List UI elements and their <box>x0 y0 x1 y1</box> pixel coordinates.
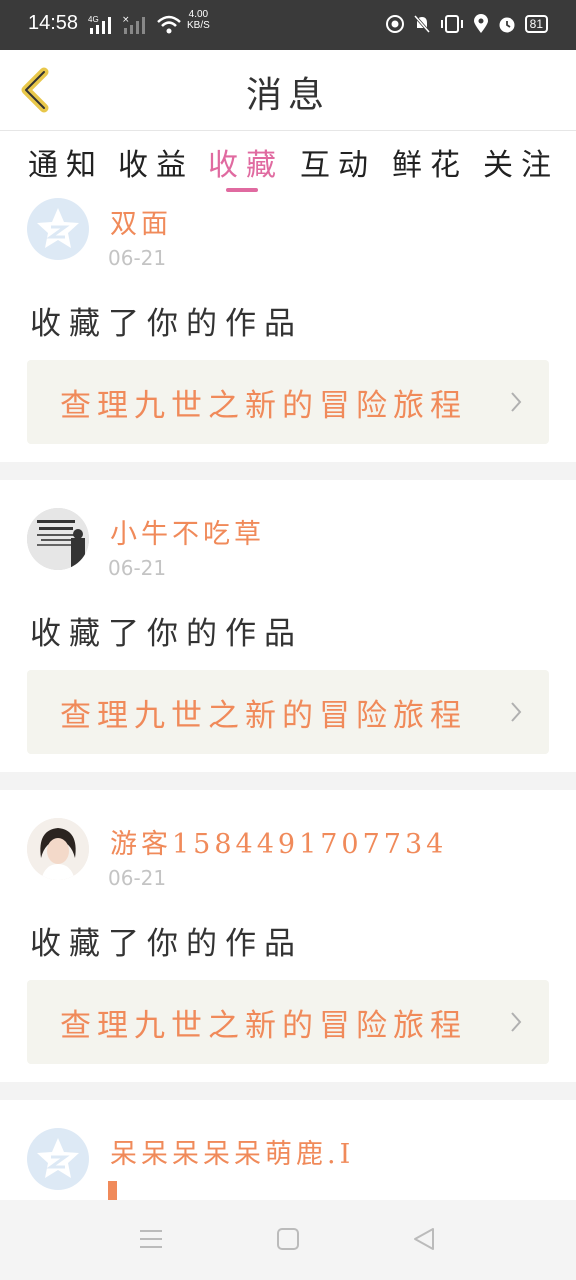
divider <box>0 1082 576 1100</box>
back-nav-icon[interactable] <box>411 1226 437 1252</box>
location-icon <box>473 14 488 33</box>
work-link[interactable]: 查理九世之新的冒险旅程 <box>27 360 549 444</box>
record-icon <box>385 15 404 33</box>
message-card: 小牛不吃草 06-21 收藏了你的作品 查理九世之新的冒险旅程 <box>0 480 576 772</box>
tab-notifications[interactable]: 通知 <box>28 140 104 184</box>
tab-interactions[interactable]: 互动 <box>300 140 376 184</box>
mute-bell-icon <box>413 15 430 33</box>
tab-bar: 通知 收益 收藏 互动 鲜花 关注 <box>0 134 576 198</box>
tab-follows[interactable]: 关注 <box>483 140 559 184</box>
signal-weak-icon: × <box>122 15 145 34</box>
work-title: 查理九世之新的冒险旅程 <box>60 388 467 424</box>
chevron-right-icon <box>511 702 522 722</box>
avatar[interactable] <box>27 818 89 880</box>
avatar[interactable] <box>27 508 89 570</box>
system-nav-bar <box>0 1200 576 1280</box>
battery-icon: 81 <box>524 15 548 33</box>
vibrate-icon <box>440 15 463 33</box>
work-link[interactable]: 查理九世之新的冒险旅程 <box>27 670 549 754</box>
message-card: 呆呆呆呆呆萌鹿.I <box>0 1100 576 1200</box>
clock: 14:58 <box>28 12 79 34</box>
message-card: 游客15844917077​34 06-21 收藏了你的作品 查理九世之新的冒险… <box>0 790 576 1082</box>
work-title: 查理九世之新的冒险旅程 <box>60 1008 467 1044</box>
username[interactable]: 双面 <box>110 202 172 241</box>
user-photo-icon <box>27 818 89 880</box>
message-date: 06-21 <box>108 866 167 890</box>
svg-text:×: × <box>122 15 130 25</box>
avatar[interactable] <box>27 1128 89 1190</box>
status-icons: 81 <box>385 14 548 34</box>
tab-favorites[interactable]: 收藏 <box>208 140 284 184</box>
tab-earnings[interactable]: 收益 <box>118 140 194 184</box>
alarm-icon <box>499 17 515 33</box>
active-tab-indicator <box>226 188 258 192</box>
action-text: 收藏了你的作品 <box>30 306 303 342</box>
message-card: 双面 06-21 收藏了你的作品 查理九世之新的冒险旅程 <box>0 198 576 462</box>
default-avatar-icon <box>37 1138 79 1178</box>
signal-4g-icon: 4G <box>88 15 111 34</box>
page-title: 消息 <box>245 75 330 116</box>
tab-flowers[interactable]: 鲜花 <box>392 140 468 184</box>
divider <box>0 462 576 480</box>
message-date: 06-21 <box>108 246 167 270</box>
status-bar: 14:58 4G × 4.00 KB/S 81 <box>0 0 576 50</box>
divider <box>0 772 576 790</box>
wifi-icon <box>157 15 181 34</box>
chevron-right-icon <box>511 1012 522 1032</box>
user-photo-icon <box>27 508 89 570</box>
default-avatar-icon <box>37 208 79 248</box>
home-icon[interactable] <box>275 1226 301 1252</box>
menu-icon[interactable] <box>138 1226 164 1252</box>
username[interactable]: 游客15844917077​34 <box>110 822 447 861</box>
svg-text:4G: 4G <box>88 15 99 24</box>
message-date: 06-21 <box>108 556 167 580</box>
action-text: 收藏了你的作品 <box>30 616 303 652</box>
network-speed: 4.00 KB/S <box>187 9 210 31</box>
header: 消息 <box>0 50 576 131</box>
username[interactable]: 小牛不吃草 <box>110 512 265 551</box>
text-cursor <box>108 1181 117 1200</box>
work-link[interactable]: 查理九世之新的冒险旅程 <box>27 980 549 1064</box>
work-title: 查理九世之新的冒险旅程 <box>60 698 467 734</box>
chevron-right-icon <box>511 392 522 412</box>
action-text: 收藏了你的作品 <box>30 926 303 962</box>
avatar[interactable] <box>27 198 89 260</box>
username[interactable]: 呆呆呆呆呆萌鹿.I <box>110 1132 354 1171</box>
